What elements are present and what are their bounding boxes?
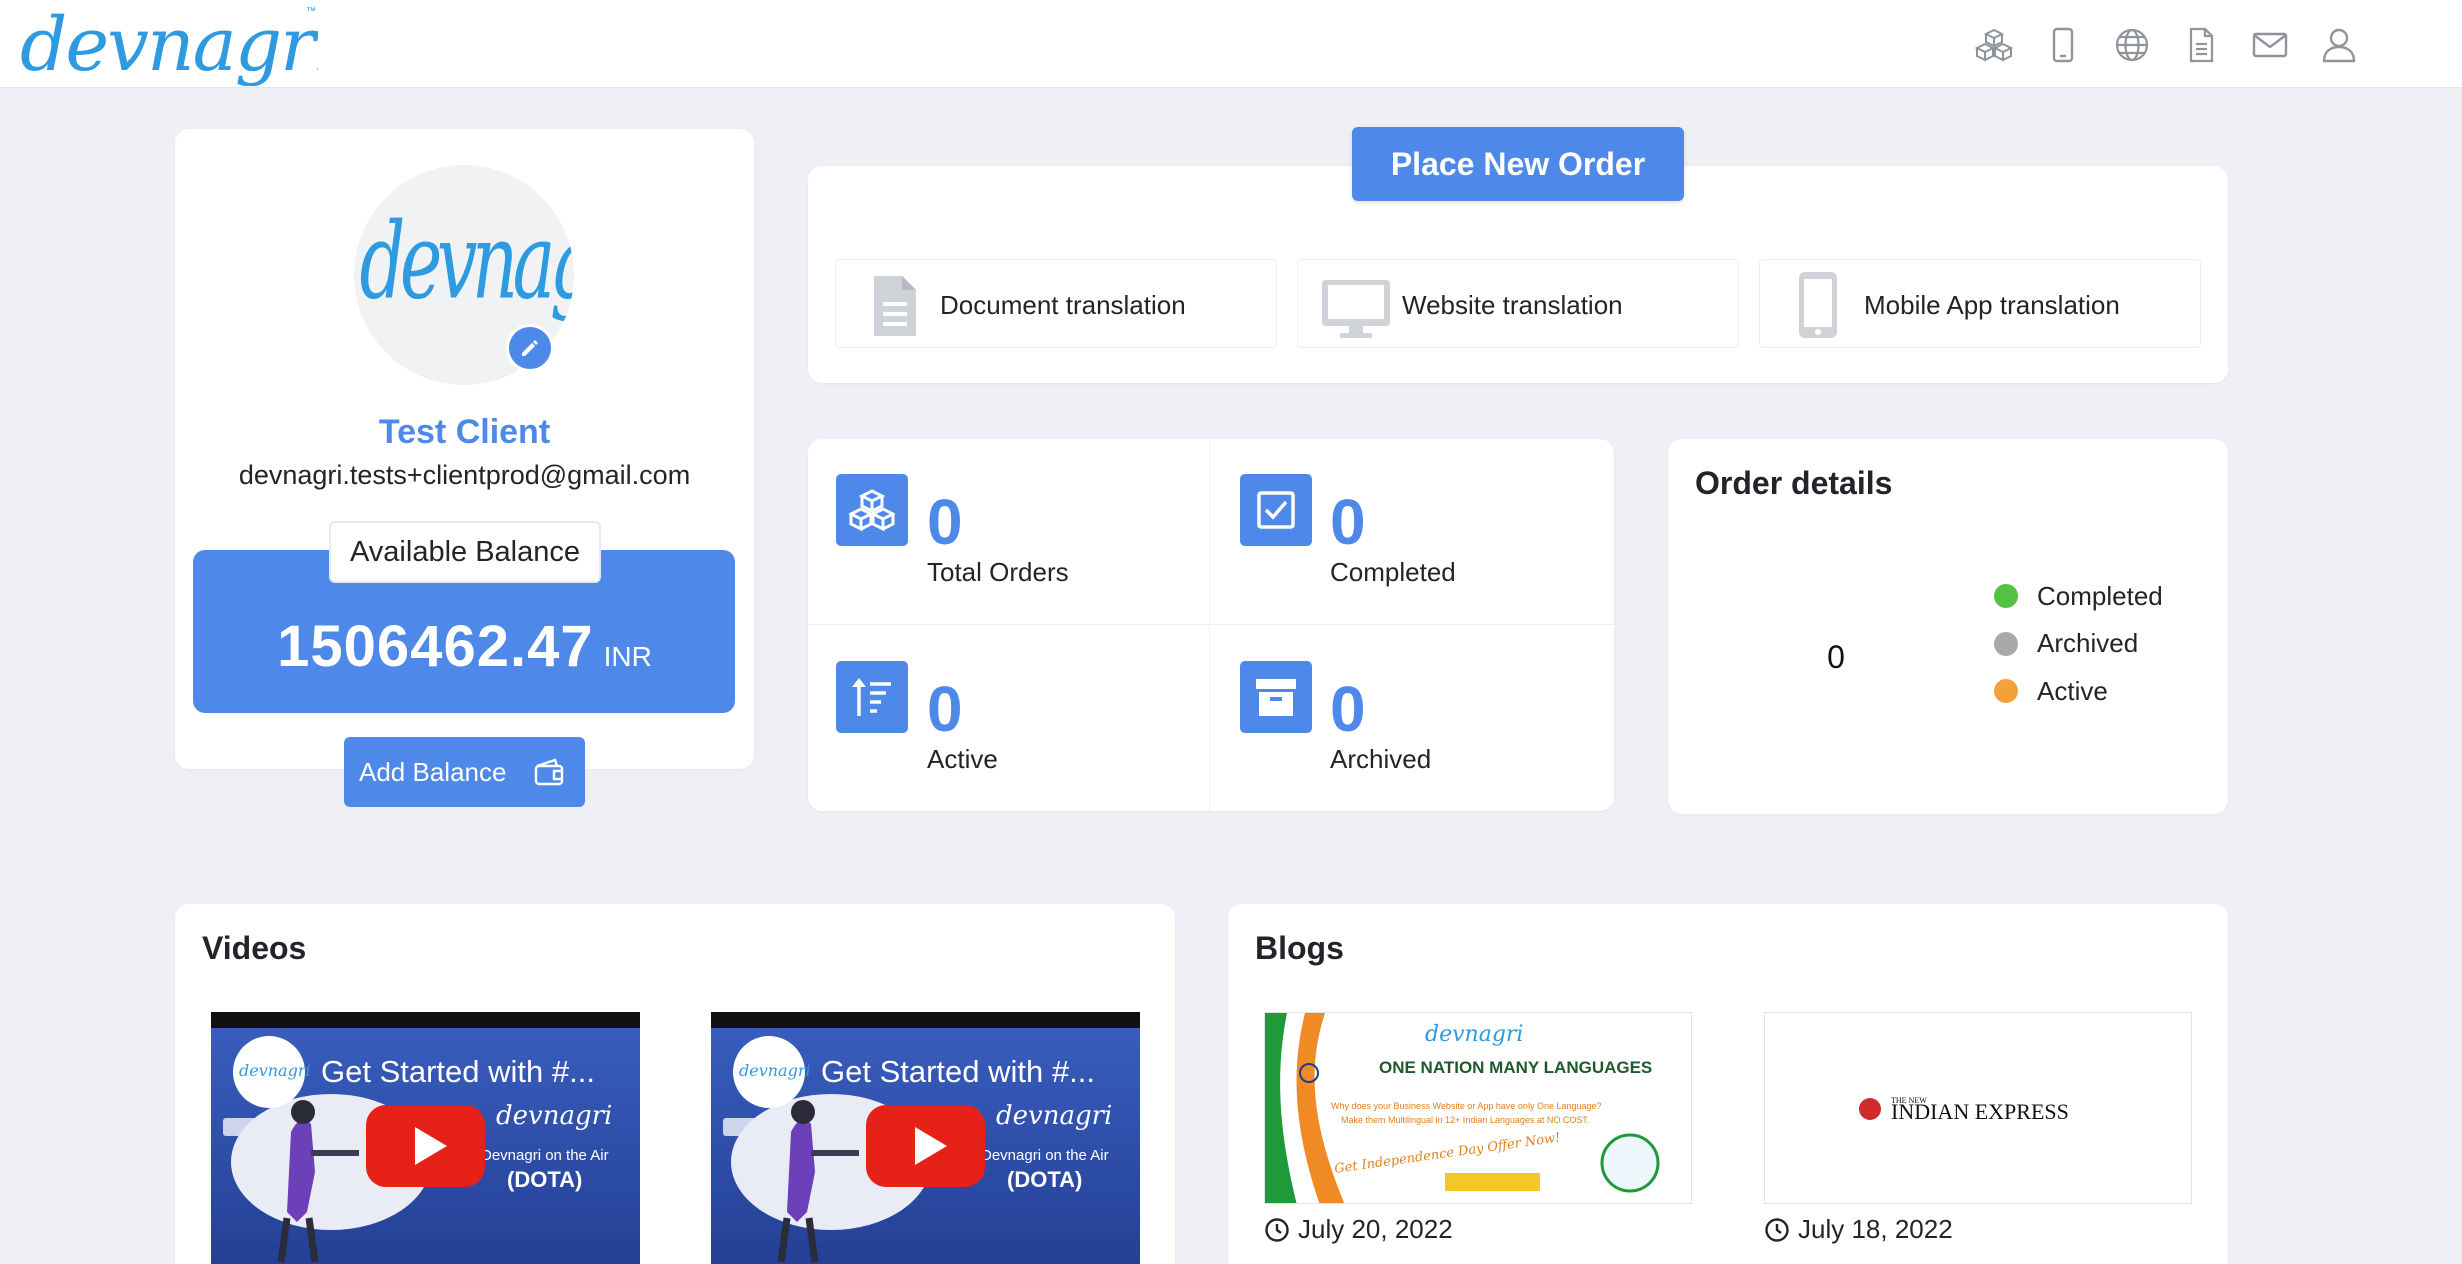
balance-value: 1506462.47 INR <box>175 613 754 680</box>
clock-icon <box>1765 1217 1789 1242</box>
user-icon[interactable] <box>2320 26 2358 64</box>
document-icon <box>874 276 916 336</box>
available-balance-label: Available Balance <box>329 521 601 583</box>
svg-text:Devnagri on the Air: Devnagri on the Air <box>481 1147 609 1164</box>
globe-icon[interactable] <box>2113 26 2151 64</box>
client-email: devnagri.tests+clientprod@gmail.com <box>238 460 691 490</box>
archived-label: Archived <box>1330 744 1432 774</box>
svg-text:Why does your Business Website: Why does your Business Website or App ha… <box>1331 1101 1602 1111</box>
svg-text:devnagri: devnagri <box>739 1061 811 1080</box>
document-translation-label: Document translation <box>940 290 1186 320</box>
svg-text:™: ™ <box>306 6 316 17</box>
videos-title: Videos <box>202 930 307 966</box>
blog-date-text: July 20, 2022 <box>1298 1214 1453 1244</box>
mobile-icon <box>1799 272 1837 338</box>
svg-text:INDIAN EXPRESS: INDIAN EXPRESS <box>1891 1099 2069 1124</box>
active-count: 0 <box>927 673 963 745</box>
completed-label: Completed <box>1330 557 1456 587</box>
cubes-icon[interactable] <box>1974 26 2014 64</box>
order-details-title: Order details <box>1695 465 1893 501</box>
video-thumbnail[interactable]: devnagri Get Started with #... devnagri … <box>211 1012 640 1264</box>
legend-item-archived[interactable]: Archived <box>1994 628 2163 658</box>
devnagri-logo[interactable]: devnagri ™ <box>18 2 318 86</box>
sort-icon <box>836 661 908 733</box>
order-details-legend: Completed Archived Active <box>1994 581 2163 727</box>
order-details-total: 0 <box>1827 639 1845 675</box>
top-navbar: devnagri ™ <box>0 0 2462 88</box>
legend-item-completed[interactable]: Completed <box>1994 581 2163 611</box>
document-icon[interactable] <box>2182 26 2220 64</box>
legend-dot-completed <box>1994 584 2018 608</box>
checkbox-icon <box>1240 474 1312 546</box>
svg-text:devnagri: devnagri <box>360 200 574 323</box>
legend-item-active[interactable]: Active <box>1994 676 2163 706</box>
order-details-card: Order details 0 Completed Archived Activ… <box>1668 439 2228 814</box>
balance-amount: 1506462.47 <box>277 614 594 679</box>
blog-thumbnail[interactable]: THE NEW INDIAN EXPRESS <box>1764 1012 2192 1204</box>
completed-count: 0 <box>1330 486 1366 558</box>
svg-text:(DOTA): (DOTA) <box>507 1167 582 1192</box>
monitor-icon <box>1322 280 1390 338</box>
svg-text:ONE NATION MANY LANGUAGES: ONE NATION MANY LANGUAGES <box>1379 1058 1652 1077</box>
mobile-app-translation-option[interactable]: Mobile App translation <box>1759 259 2201 348</box>
blogs-title: Blogs <box>1255 930 1344 966</box>
legend-label: Completed <box>2037 580 2163 611</box>
edit-avatar-pencil-icon[interactable] <box>506 324 554 372</box>
svg-text:(DOTA): (DOTA) <box>1007 1167 1082 1192</box>
total-orders-count: 0 <box>927 486 963 558</box>
svg-text:devnagri: devnagri <box>996 1101 1112 1131</box>
videos-card: Videos devnagri Get Started with #... de… <box>175 904 1175 1264</box>
legend-dot-active <box>1994 679 2018 703</box>
svg-text:Get Started with #...: Get Started with #... <box>321 1054 595 1089</box>
svg-text:Devnagri on the Air: Devnagri on the Air <box>981 1147 1109 1164</box>
video-thumbnail[interactable]: devnagri Get Started with #... devnagri … <box>711 1012 1140 1264</box>
svg-text:Get Started with #...: Get Started with #... <box>821 1054 1095 1089</box>
blogs-card: Blogs devnagri ONE NATION MANY LANGUAGES… <box>1228 904 2228 1264</box>
blog-thumbnail[interactable]: devnagri ONE NATION MANY LANGUAGES Why d… <box>1264 1012 1692 1204</box>
legend-dot-archived <box>1994 631 2018 656</box>
mobile-app-translation-label: Mobile App translation <box>1864 290 2120 320</box>
archived-count: 0 <box>1330 673 1366 745</box>
order-stats-card: 0 Total Orders 0 Completed 0 Active 0 Ar… <box>808 439 1614 811</box>
svg-text:devnagri: devnagri <box>239 1061 311 1080</box>
active-label: Active <box>927 744 998 774</box>
website-translation-label: Website translation <box>1402 290 1623 320</box>
svg-text:devnagri: devnagri <box>496 1101 612 1131</box>
legend-label: Active <box>2037 675 2108 706</box>
svg-text:Make them Multilingual in 12+: Make them Multilingual in 12+ Indian Lan… <box>1341 1115 1589 1125</box>
document-translation-option[interactable]: Document translation <box>835 259 1277 348</box>
blog-date: July 20, 2022 <box>1264 1214 1453 1245</box>
mail-icon[interactable] <box>2251 26 2289 64</box>
client-name: Test Client <box>378 413 551 451</box>
blog-date: July 18, 2022 <box>1764 1214 1953 1245</box>
add-balance-label: Add Balance <box>359 756 507 787</box>
blog-date-text: July 18, 2022 <box>1798 1214 1953 1244</box>
wallet-icon <box>534 758 564 786</box>
svg-text:devnagri: devnagri <box>20 2 318 86</box>
add-balance-button[interactable]: Add Balance <box>344 737 585 807</box>
website-translation-option[interactable]: Website translation <box>1297 259 1739 348</box>
svg-text:devnagri: devnagri <box>1425 1022 1523 1047</box>
cubes-icon <box>836 474 908 546</box>
place-new-order-button[interactable]: Place New Order <box>1352 127 1684 201</box>
clock-icon <box>1265 1217 1289 1242</box>
mobile-icon[interactable] <box>2044 26 2082 64</box>
legend-label: Archived <box>2037 628 2139 658</box>
total-orders-label: Total Orders <box>927 557 1069 587</box>
profile-card: devnagri Test Client devnagri.tests+clie… <box>175 129 754 807</box>
balance-currency: INR <box>603 641 652 672</box>
archive-icon <box>1240 661 1312 733</box>
